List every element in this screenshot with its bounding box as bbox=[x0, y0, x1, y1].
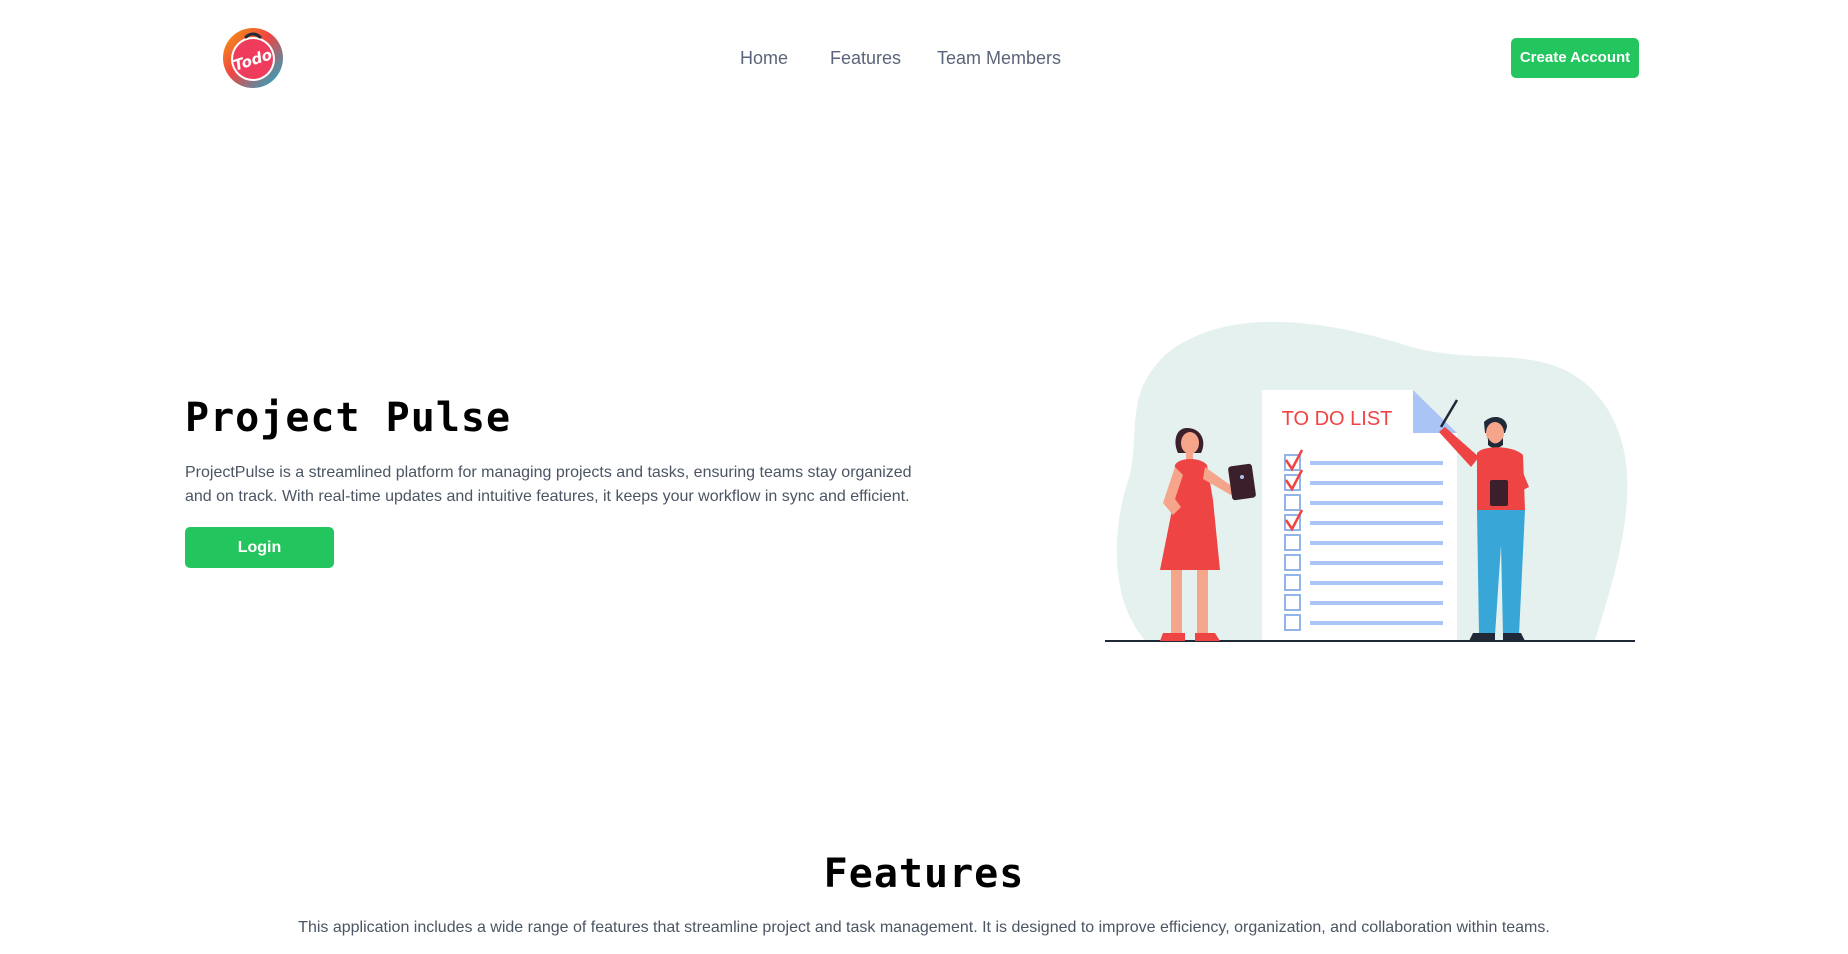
landing-page: Todo Home Features Team Members Create A… bbox=[0, 0, 1848, 954]
todo-list-heading: TO DO LIST bbox=[1282, 408, 1393, 430]
notebook-icon bbox=[1490, 480, 1508, 506]
tablet-icon bbox=[1228, 463, 1256, 501]
features-title: Features bbox=[823, 851, 1025, 897]
nav-link-home[interactable]: Home bbox=[740, 44, 788, 72]
hero-description: ProjectPulse is a streamlined platform f… bbox=[185, 464, 912, 505]
hero-title: Project Pulse bbox=[185, 395, 512, 441]
create-account-button[interactable]: Create Account bbox=[1511, 38, 1639, 78]
login-button[interactable]: Login bbox=[185, 527, 334, 568]
nav-link-team-members[interactable]: Team Members bbox=[937, 44, 1061, 72]
todo-list-illustration: TO DO LIST bbox=[1105, 321, 1635, 642]
features-description: This application includes a wide range o… bbox=[298, 919, 1550, 936]
nav-link-features[interactable]: Features bbox=[830, 44, 901, 72]
